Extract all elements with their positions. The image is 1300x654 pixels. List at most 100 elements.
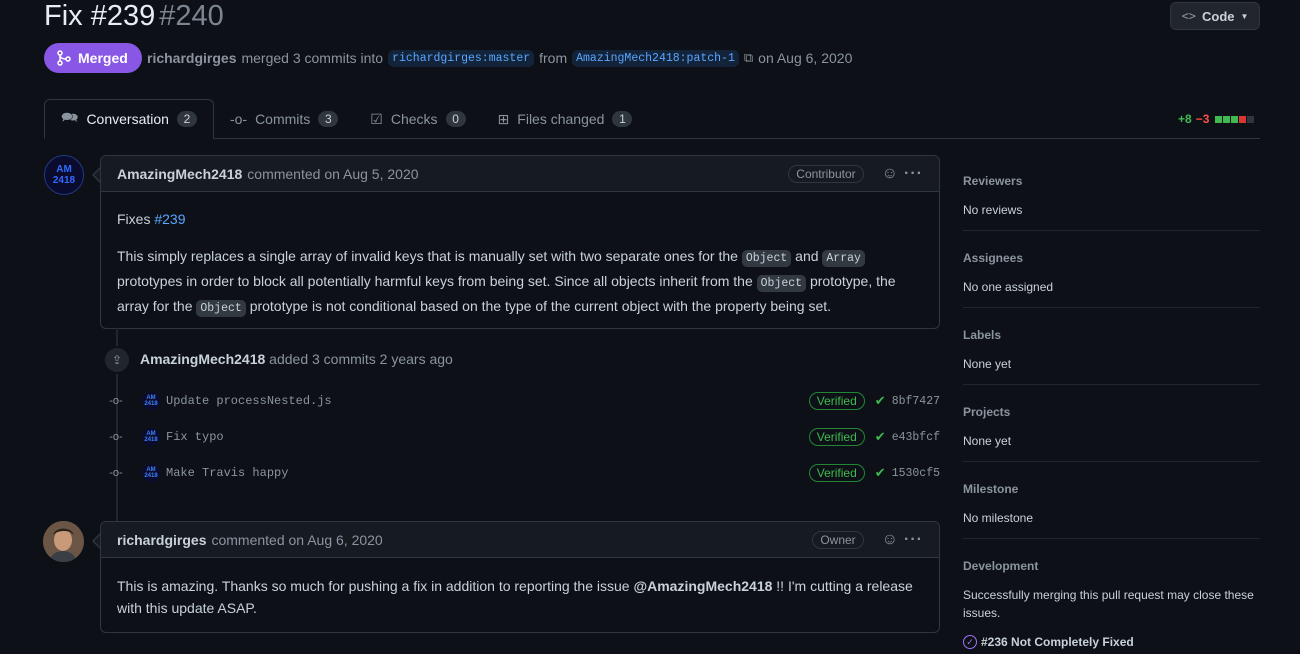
- pr-title-text: Fix #239: [44, 0, 156, 32]
- issue-link[interactable]: #239: [154, 211, 185, 227]
- tab-conversation[interactable]: 🗪 Conversation 2: [44, 99, 214, 139]
- sidebar-projects: Projects None yet: [963, 405, 1260, 450]
- code-button[interactable]: <> Code ▼: [1170, 2, 1260, 30]
- sidebar-assignees: Assignees No one assigned: [963, 251, 1260, 296]
- event-author[interactable]: AmazingMech2418: [140, 351, 265, 367]
- base-branch[interactable]: richardgirges:master: [388, 49, 535, 67]
- comment-body: This is amazing. Thanks so much for push…: [101, 558, 939, 635]
- kebab-horizontal-icon[interactable]: ···: [904, 165, 923, 183]
- sidebar-heading[interactable]: Development: [963, 559, 1260, 573]
- comment-header: AmazingMech2418 commented on Aug 5, 2020…: [101, 156, 939, 192]
- linked-issue-label: #236 Not Completely Fixed: [981, 635, 1134, 649]
- sidebar-value: None yet: [963, 434, 1012, 448]
- code-button-label: Code: [1202, 8, 1235, 24]
- inline-code-array: Array: [822, 250, 865, 267]
- issue-closed-icon: ✓: [963, 635, 977, 649]
- merge-date: on Aug 6, 2020: [758, 50, 853, 66]
- git-commit-icon: -o-: [109, 431, 123, 443]
- avatar[interactable]: AM 2418: [142, 464, 160, 482]
- comment-paragraph: This simply replaces a single array of i…: [117, 245, 923, 320]
- body-text: prototypes in order to block all potenti…: [117, 273, 753, 289]
- author-role-badge: Owner: [812, 530, 864, 549]
- comment-header: richardgirges commented on Aug 6, 2020 O…: [101, 522, 939, 558]
- repo-push-icon: ⇪: [103, 346, 131, 374]
- tab-checks[interactable]: ☑ Checks 0: [354, 99, 481, 139]
- from-text: from: [539, 50, 568, 66]
- comment-box: richardgirges commented on Aug 6, 2020 O…: [100, 521, 940, 633]
- sidebar-heading[interactable]: Milestone: [963, 482, 1260, 496]
- tab-commits[interactable]: -o- Commits 3: [214, 99, 354, 139]
- tab-label: Commits: [255, 111, 311, 127]
- commit-sha[interactable]: e43bfcf: [892, 431, 940, 444]
- commit-message[interactable]: Make Travis happy: [166, 466, 288, 480]
- merged-state-badge: Merged: [44, 43, 142, 73]
- merge-summary: richardgirges merged 3 commits into rich…: [147, 47, 852, 69]
- sidebar-divider: [963, 384, 1260, 385]
- check-icon[interactable]: ✔: [875, 393, 886, 409]
- comment-paragraph: This is amazing. Thanks so much for push…: [117, 575, 923, 619]
- checklist-icon: ☑: [370, 110, 383, 127]
- copy-icon[interactable]: ⧉: [744, 50, 753, 66]
- pr-tabs: 🗪 Conversation 2 -o- Commits 3 ☑ Checks …: [44, 99, 648, 139]
- sidebar-value: None yet: [963, 357, 1012, 371]
- sidebar-heading[interactable]: Reviewers: [963, 174, 1260, 188]
- commit-message[interactable]: Update processNested.js: [166, 394, 332, 408]
- verified-badge[interactable]: Verified: [808, 392, 865, 410]
- comment-box: AmazingMech2418 commented on Aug 5, 2020…: [100, 155, 940, 329]
- check-icon[interactable]: ✔: [875, 465, 886, 481]
- sidebar-development: Development Successfully merging this pu…: [963, 559, 1260, 649]
- commit-row: -o- AM 2418 Make Travis happy Verified ✔ …: [108, 463, 940, 483]
- user-mention[interactable]: @AmazingMech2418: [633, 578, 772, 594]
- tab-files-changed[interactable]: ⊞ Files changed 1: [482, 99, 649, 139]
- commit-message[interactable]: Fix typo: [166, 430, 224, 444]
- git-commit-icon: -o-: [229, 111, 248, 127]
- avatar[interactable]: AM 2418: [44, 155, 84, 195]
- diffstat-blocks: [1215, 115, 1255, 123]
- pr-title: Fix #239 #240: [44, 0, 224, 36]
- code-icon: <>: [1181, 9, 1197, 23]
- avatar[interactable]: AM 2418: [142, 428, 160, 446]
- comment-discussion-icon: 🗪: [61, 109, 79, 125]
- tab-label: Files changed: [517, 111, 605, 127]
- kebab-horizontal-icon[interactable]: ···: [904, 531, 923, 549]
- avatar[interactable]: [43, 521, 84, 562]
- fixes-prefix: Fixes: [117, 211, 151, 227]
- smiley-icon[interactable]: ☺: [882, 531, 898, 549]
- inline-code-object: Object: [196, 300, 246, 317]
- verified-badge[interactable]: Verified: [808, 464, 865, 482]
- git-merge-icon: [57, 50, 71, 66]
- head-branch[interactable]: AmazingMech2418:patch-1: [572, 49, 739, 67]
- and-text: and: [795, 248, 819, 264]
- sidebar-heading[interactable]: Assignees: [963, 251, 1260, 265]
- author-role-badge: Contributor: [788, 164, 864, 183]
- commit-sha[interactable]: 1530cf5: [892, 467, 940, 480]
- sidebar-value: No one assigned: [963, 280, 1054, 294]
- tab-counter: 2: [176, 111, 197, 127]
- commit-sha[interactable]: 8bf7427: [892, 395, 940, 408]
- sidebar-labels: Labels None yet: [963, 328, 1260, 373]
- tab-label: Checks: [390, 111, 438, 127]
- commit-row: -o- AM 2418 Update processNested.js Verif…: [108, 391, 940, 411]
- body-text: This is amazing. Thanks so much for push…: [117, 578, 630, 594]
- comment-author[interactable]: AmazingMech2418: [117, 166, 242, 182]
- avatar[interactable]: AM 2418: [142, 392, 160, 410]
- comment-author[interactable]: richardgirges: [117, 532, 206, 548]
- linked-issue[interactable]: ✓ #236 Not Completely Fixed: [963, 635, 1260, 649]
- check-icon[interactable]: ✔: [875, 429, 886, 445]
- verified-badge[interactable]: Verified: [808, 428, 865, 446]
- merged-by-link[interactable]: richardgirges: [147, 50, 236, 66]
- comment-timestamp[interactable]: commented on Aug 6, 2020: [211, 532, 382, 548]
- comment-timestamp[interactable]: commented on Aug 5, 2020: [247, 166, 418, 182]
- sidebar-heading[interactable]: Labels: [963, 328, 1260, 342]
- smiley-icon[interactable]: ☺: [882, 165, 898, 183]
- tab-counter: 1: [612, 111, 633, 127]
- sidebar-divider: [963, 307, 1260, 308]
- commits-added-event: AmazingMech2418 added 3 commits 2 years …: [140, 351, 453, 367]
- file-diff-icon: ⊞: [497, 110, 510, 127]
- git-commit-icon: -o-: [109, 395, 123, 407]
- sidebar-heading[interactable]: Projects: [963, 405, 1260, 419]
- merged-state-label: Merged: [78, 50, 128, 66]
- avatar-text: AM 2418: [52, 164, 76, 186]
- diffstat: +8 −3: [1178, 112, 1255, 126]
- sidebar-value: No milestone: [963, 511, 1034, 525]
